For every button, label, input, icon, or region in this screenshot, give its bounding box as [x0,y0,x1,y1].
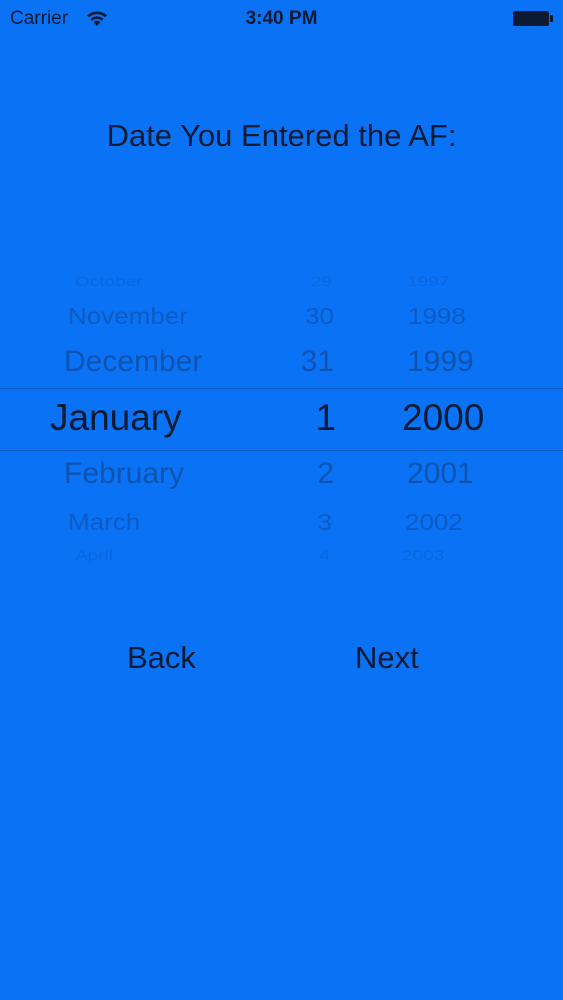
month-option[interactable]: March [68,509,140,537]
year-option[interactable]: 1999 [407,345,474,379]
day-wheel[interactable]: 29 30 31 1 2 3 4 [270,255,380,585]
year-option[interactable]: 2002 [405,509,463,537]
month-option[interactable]: November [68,303,188,331]
day-option[interactable]: 31 [301,345,334,379]
month-option[interactable]: October [75,274,143,291]
year-option[interactable]: 1998 [408,303,466,331]
day-option[interactable]: 3 [318,509,332,537]
date-picker[interactable]: October November December January February Ma… [0,255,563,585]
month-option-selected[interactable]: January [50,397,182,439]
status-bar: Carrier 3:40 PM [0,0,563,40]
day-option-selected[interactable]: 1 [315,397,336,439]
day-option[interactable]: 2 [317,457,334,491]
page-title: Date You Entered the AF: [106,118,457,153]
next-button[interactable]: Next [355,640,419,676]
month-option[interactable]: December [64,345,202,379]
month-option[interactable]: April [75,548,113,565]
day-option[interactable]: 30 [305,303,334,331]
month-option[interactable]: February [64,457,184,491]
year-option[interactable]: 2001 [407,457,474,491]
back-button[interactable]: Back [127,640,196,676]
year-option[interactable]: 2003 [402,548,444,565]
year-option-selected[interactable]: 2000 [402,397,484,439]
year-wheel[interactable]: 1997 1998 1999 2000 2001 2002 2003 [380,255,563,585]
battery-icon [513,11,553,26]
month-wheel[interactable]: October November December January February Ma… [0,255,270,585]
year-option[interactable]: 1997 [407,274,449,291]
day-option[interactable]: 4 [319,548,330,565]
day-option[interactable]: 29 [311,274,332,291]
status-time: 3:40 PM [245,8,318,29]
